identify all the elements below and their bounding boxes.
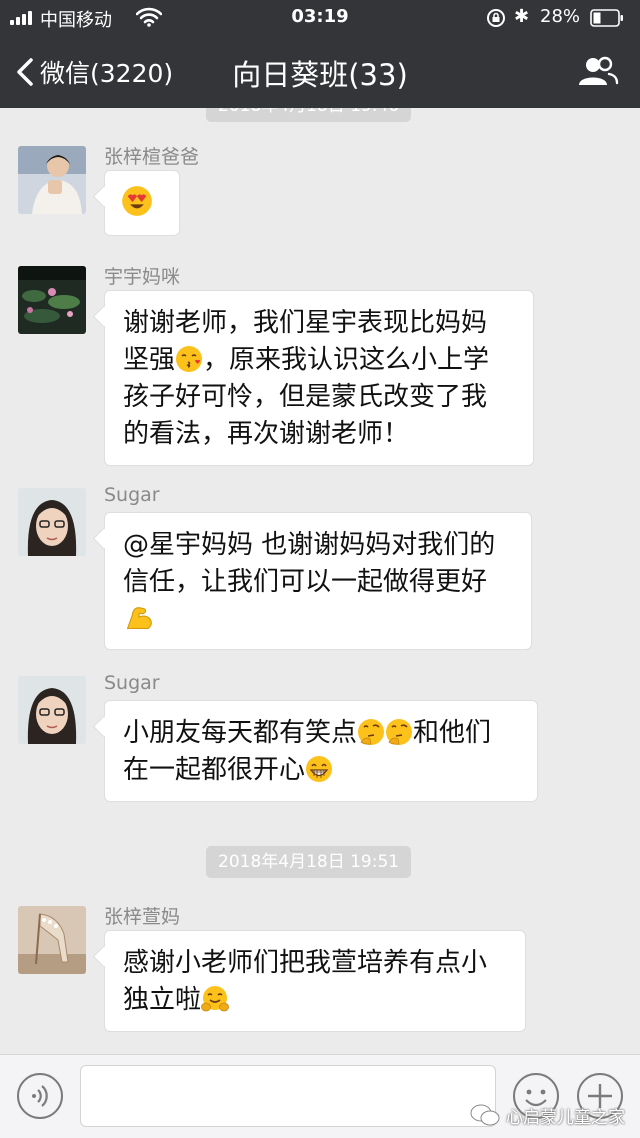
message-bubble[interactable] bbox=[104, 170, 180, 236]
message-text: 孩子好可怜，但是蒙氏改变了我 bbox=[123, 382, 488, 412]
message-text-line: 坚强 ，原来我认识这么小上学 bbox=[123, 342, 515, 379]
watermark-text: 心启蒙儿童之家 bbox=[506, 1107, 625, 1128]
sender-name: Sugar bbox=[104, 484, 160, 506]
status-bar: 中国移动 03:19 ✱ 28% bbox=[0, 0, 640, 36]
watermark: 心启蒙儿童之家 bbox=[470, 1100, 625, 1130]
message-input[interactable] bbox=[80, 1065, 496, 1127]
message-list[interactable]: 2018年4月18日 19:46 张梓楦爸爸 bbox=[0, 108, 640, 1054]
top-bar: 中国移动 03:19 ✱ 28% 微信(3220) 向日葵班(33) bbox=[0, 0, 640, 108]
message-text: 信任，让我们可以一起做得更好 bbox=[123, 567, 488, 597]
message-bubble[interactable]: 小朋友每天都有笑点 和他们 在一起都很开心 bbox=[104, 700, 538, 802]
message-text-line: 小朋友每天都有笑点 和他们 bbox=[123, 715, 519, 752]
bluetooth-icon: ✱ bbox=[514, 6, 530, 27]
sender-name: 宇宇妈咪 bbox=[104, 266, 181, 288]
message-text: 在一起都很开心 bbox=[123, 755, 306, 785]
sender-name: 张梓楦爸爸 bbox=[104, 146, 200, 168]
sender-name: 张梓萱妈 bbox=[104, 906, 181, 928]
voice-icon[interactable] bbox=[16, 1072, 64, 1120]
thinking-emoji bbox=[386, 719, 413, 745]
wechat-group-chat-screen: 中国移动 03:19 ✱ 28% 微信(3220) 向日葵班(33) 张梓楦爸爸… bbox=[0, 0, 640, 1138]
timestamp: 2018年4月18日 19:46 bbox=[206, 108, 412, 122]
message-text: 和他们 bbox=[413, 718, 492, 748]
back-label: 微信(3220) bbox=[40, 59, 174, 88]
orientation-lock-icon bbox=[487, 9, 505, 27]
message-bubble[interactable]: 谢谢老师，我们星宇表现比妈妈 坚强 ，原来我认识这么小上学 孩子好可怜，但是蒙氏… bbox=[104, 290, 534, 466]
group-members-icon[interactable] bbox=[576, 52, 620, 92]
message-bubble[interactable]: 感谢小老师们把我萱培养有点小 独立啦 bbox=[104, 930, 526, 1032]
avatar[interactable] bbox=[18, 676, 86, 744]
message-text: 小朋友每天都有笑点 bbox=[123, 718, 358, 748]
message-text-line bbox=[123, 601, 513, 638]
message-text-line: 独立啦 bbox=[123, 982, 507, 1019]
thinking-emoji bbox=[358, 719, 385, 745]
flexed-biceps-emoji bbox=[126, 607, 152, 629]
message-text: 独立啦 bbox=[123, 985, 202, 1015]
message-bubble[interactable]: @星宇妈妈 也谢谢妈妈对我们的 信任，让我们可以一起做得更好 bbox=[104, 512, 532, 650]
wechat-logo-icon bbox=[470, 1104, 500, 1126]
message-text: @星宇妈妈 也谢谢妈妈对我们的 bbox=[123, 530, 496, 560]
battery-percent: 28% bbox=[540, 6, 581, 27]
avatar[interactable] bbox=[18, 266, 86, 334]
grinning-emoji bbox=[306, 756, 333, 782]
message-text-line: 在一起都很开心 bbox=[123, 752, 519, 789]
kissing-emoji bbox=[176, 346, 203, 372]
sender-name: Sugar bbox=[104, 672, 160, 694]
avatar[interactable] bbox=[18, 488, 86, 556]
hugging-emoji bbox=[201, 986, 229, 1012]
navigation-bar: 微信(3220) 向日葵班(33) bbox=[0, 36, 640, 108]
message-text: 谢谢老师，我们星宇表现比妈妈 bbox=[123, 308, 488, 338]
avatar[interactable] bbox=[18, 906, 86, 974]
avatar[interactable] bbox=[18, 146, 86, 214]
message-text: 感谢小老师们把我萱培养有点小 bbox=[123, 948, 488, 978]
heart-eyes-emoji bbox=[122, 186, 152, 216]
message-text: 坚强 bbox=[123, 345, 176, 375]
message-text: ，原来我认识这么小上学 bbox=[203, 345, 490, 375]
chat-title: 向日葵班(33) bbox=[232, 58, 408, 92]
back-chevron-icon bbox=[17, 58, 33, 86]
battery-icon bbox=[590, 9, 623, 27]
back-button[interactable]: 微信(3220) bbox=[14, 52, 173, 92]
timestamp: 2018年4月18日 19:51 bbox=[206, 846, 412, 878]
message-text: 的看法，再次谢谢老师！ bbox=[123, 419, 410, 449]
